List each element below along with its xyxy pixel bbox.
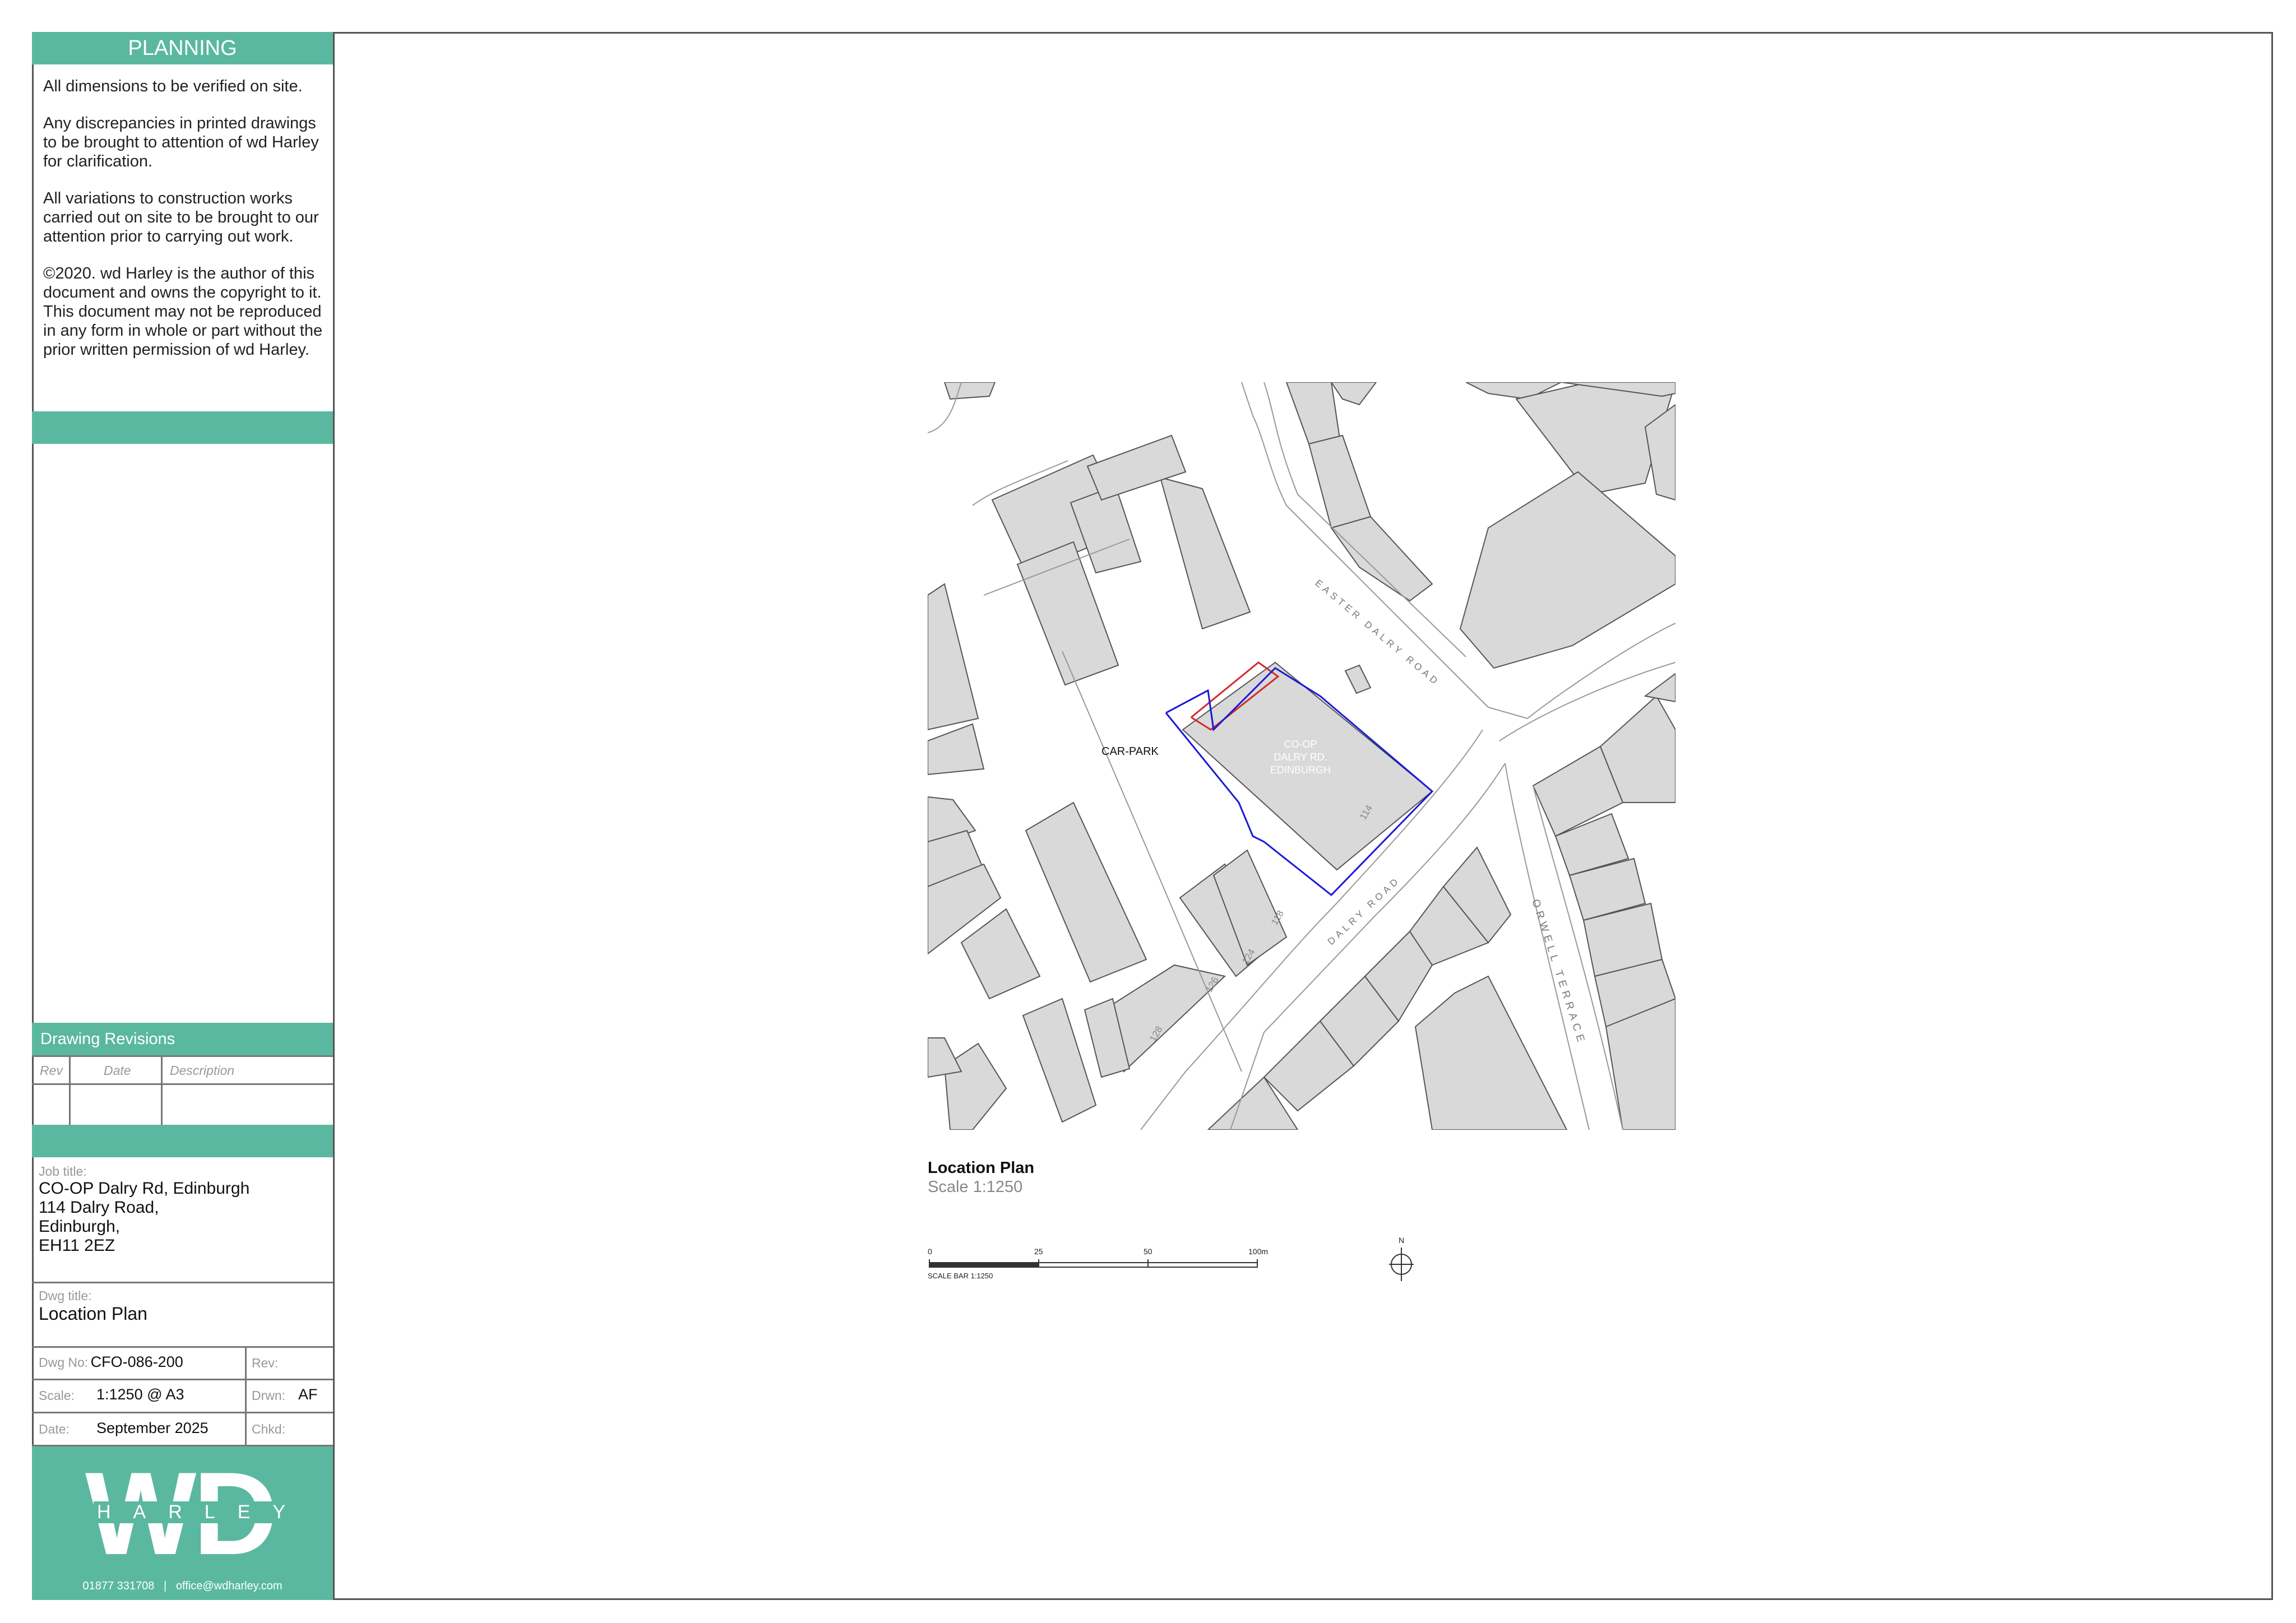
revisions-header: Drawing Revisions bbox=[32, 1023, 333, 1055]
note-1: All dimensions to be verified on site. bbox=[43, 77, 303, 95]
job-line-4: EH11 2EZ bbox=[39, 1236, 115, 1255]
scale-bar-label: SCALE BAR 1:1250 bbox=[928, 1272, 993, 1280]
revisions-table: Rev Date Description bbox=[32, 1055, 333, 1125]
date-value: September 2025 bbox=[96, 1420, 209, 1436]
rev-col-header: Rev bbox=[40, 1063, 63, 1078]
location-map: CAR-PARK CO-OP DALRY RD. EDINBURGH EASTE… bbox=[928, 382, 1675, 1130]
building bbox=[943, 382, 996, 400]
date-col-header: Date bbox=[104, 1063, 131, 1078]
planning-header: PLANNING bbox=[32, 32, 333, 64]
dwg-no-row: Dwg No: CFO-086-200 bbox=[39, 1353, 183, 1371]
rev-label: Rev: bbox=[252, 1356, 279, 1370]
north-arrow: N bbox=[1387, 1236, 1415, 1281]
date-label: Date: bbox=[39, 1422, 70, 1436]
teal-band-2 bbox=[32, 1125, 333, 1157]
checked-label: Chkd: bbox=[252, 1422, 286, 1436]
job-line-3: Edinburgh, bbox=[39, 1217, 121, 1236]
tick-100m: 100m bbox=[1248, 1247, 1269, 1256]
job-line-2: 114 Dalry Road, bbox=[39, 1198, 159, 1217]
site-name-3: EDINBURGH bbox=[1270, 764, 1331, 776]
location-plan-scale: Scale 1:1250 bbox=[928, 1178, 1023, 1196]
site-name-1: CO-OP bbox=[1284, 739, 1317, 750]
description-col-header: Description bbox=[170, 1063, 235, 1078]
scale-value: 1:1250 @ A3 bbox=[96, 1386, 184, 1403]
map-svg: CAR-PARK CO-OP DALRY RD. EDINBURGH EASTE… bbox=[928, 382, 1675, 1130]
tick-50: 50 bbox=[1144, 1247, 1152, 1256]
dwg-title-value: Location Plan bbox=[39, 1304, 147, 1324]
drawn-label: Drwn: bbox=[252, 1388, 286, 1403]
location-plan-title: Location Plan bbox=[928, 1159, 1035, 1177]
logo-word: HARLEY bbox=[94, 1501, 312, 1523]
job-title-label: Job title: bbox=[39, 1164, 87, 1179]
scale-bar: 0 25 50 100m SCALE BAR 1:1250 bbox=[928, 1247, 1376, 1303]
note-4: ©2020. wd Harley is the author of this d… bbox=[43, 265, 323, 359]
tick-25: 25 bbox=[1034, 1247, 1043, 1256]
note-2: Any discrepancies in printed drawings to… bbox=[43, 114, 319, 170]
job-line-1: CO-OP Dalry Rd, Edinburgh bbox=[39, 1179, 250, 1198]
north-arrow-icon bbox=[1389, 1248, 1414, 1281]
tick-0: 0 bbox=[928, 1247, 932, 1256]
teal-band-1 bbox=[32, 411, 333, 444]
scale-label: Scale: bbox=[39, 1388, 75, 1403]
drawn-value: AF bbox=[298, 1386, 318, 1403]
title-block: PLANNING All dimensions to be verified o… bbox=[32, 32, 335, 1600]
job-title-block: Job title: CO-OP Dalry Rd, Edinburgh 114… bbox=[39, 1164, 327, 1255]
logo-panel: WD HARLEY 01877 331708 | office@wdharley… bbox=[32, 1446, 333, 1600]
north-label: N bbox=[1399, 1236, 1405, 1245]
note-3: All variations to construction works car… bbox=[43, 189, 319, 245]
dwg-no-label: Dwg No: bbox=[39, 1355, 89, 1370]
contact-line: 01877 331708 | office@wdharley.com bbox=[82, 1580, 283, 1592]
dwg-no-value: CFO-086-200 bbox=[90, 1353, 183, 1370]
notes: All dimensions to be verified on site. A… bbox=[43, 77, 323, 377]
dwg-title-label: Dwg title: bbox=[39, 1288, 92, 1303]
car-park-label: CAR-PARK bbox=[1101, 745, 1159, 758]
site-name-2: DALRY RD. bbox=[1274, 752, 1327, 763]
dwg-title-block: Dwg title: Location Plan bbox=[39, 1288, 147, 1324]
